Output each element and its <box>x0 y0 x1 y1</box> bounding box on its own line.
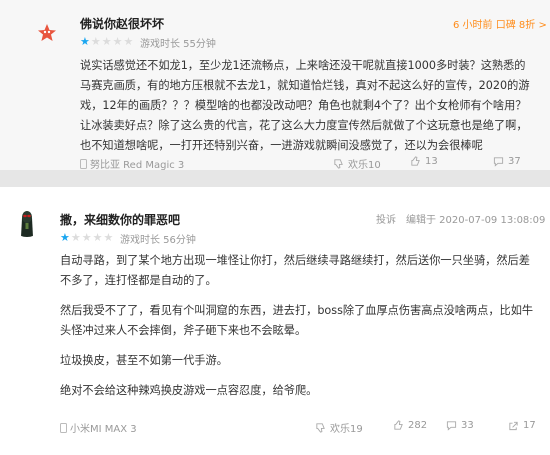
review-paragraph: 自动寻路，到了某个地方出现一堆怪让你打，然后继续寻路继续打，然后送你一只坐骑，然… <box>60 254 530 287</box>
username[interactable]: 撒，来细数你的罪恶吧 <box>60 211 180 228</box>
badge[interactable]: 口碑 8折 > <box>496 20 547 31</box>
review-paragraph: 垃圾换皮，甚至不如第一代手游。 <box>60 354 228 367</box>
reply-button[interactable]: 33 <box>446 420 474 431</box>
star-icon: ★ <box>92 231 104 244</box>
share-button[interactable]: 17 <box>508 420 536 431</box>
device-label: 努比亚 Red Magic 3 <box>80 156 184 171</box>
rating-stars: ★★★★★ <box>80 35 134 48</box>
star-icon: ★ <box>90 35 102 48</box>
star-icon: ★ <box>60 231 71 244</box>
star-icon: ★ <box>103 231 115 244</box>
thumb-up-icon <box>394 420 403 430</box>
star-icon: ★ <box>112 35 124 48</box>
review-card: 撒，来细数你的罪恶吧 ★★★★★ 游戏时长 56分钟 投诉 编辑于 2020-0… <box>0 187 550 455</box>
thumb-up-icon <box>411 156 420 166</box>
star-icon: ★ <box>81 231 93 244</box>
review-text: 说实话感觉还不如龙1，至少龙1还流畅点，上来啥还没干呢就直接1000多时装？这熟… <box>80 59 530 152</box>
avatar[interactable] <box>10 203 44 237</box>
device-label: 小米MI MAX 3 <box>60 420 137 435</box>
comment-icon <box>493 157 504 167</box>
reply-button[interactable]: 37 <box>493 156 521 167</box>
thumb-down-icon <box>334 159 343 169</box>
review-paragraph: 然后我受不了了，看见有个叫洞窟的东西，进去打，boss除了血厚点伤害高点没啥两点… <box>60 304 534 337</box>
star-icon: ★ <box>123 35 135 48</box>
star-icon: ★ <box>80 35 91 48</box>
play-time: 游戏时长 55分钟 <box>140 39 216 50</box>
review-text: 自动寻路，到了某个地方出现一堆怪让你打，然后继续寻路继续打，然后送你一只坐骑，然… <box>60 251 536 401</box>
share-icon <box>509 421 518 431</box>
like-button[interactable]: 282 <box>393 420 427 431</box>
report-button[interactable]: 投诉 <box>376 211 396 226</box>
like-button[interactable]: 13 <box>410 156 438 167</box>
star-icon: ★ <box>70 231 82 244</box>
phone-icon <box>60 422 67 433</box>
review-card: 佛说你赵很坏坏 ★★★★★ 游戏时长 55分钟 6 小时前 口碑 8折 > 说实… <box>0 0 550 171</box>
comment-icon <box>446 421 457 431</box>
dislike-button[interactable]: 欢乐19 <box>315 420 363 435</box>
thumb-down-icon <box>316 423 325 433</box>
username[interactable]: 佛说你赵很坏坏 <box>80 15 164 32</box>
review-time: 6 小时前 口碑 8折 > <box>453 20 547 31</box>
play-time: 游戏时长 56分钟 <box>120 235 196 246</box>
review-datetime: 编辑于 2020-07-09 13:08:09 <box>406 215 546 226</box>
dislike-button[interactable]: 欢乐10 <box>333 156 381 171</box>
rating-stars: ★★★★★ <box>60 231 114 244</box>
review-paragraph: 绝对不会给这种辣鸡换皮游戏一点容忍度，给爷爬。 <box>60 384 318 397</box>
star-icon: ★ <box>101 35 113 48</box>
phone-icon <box>80 158 87 169</box>
avatar[interactable] <box>36 22 58 44</box>
